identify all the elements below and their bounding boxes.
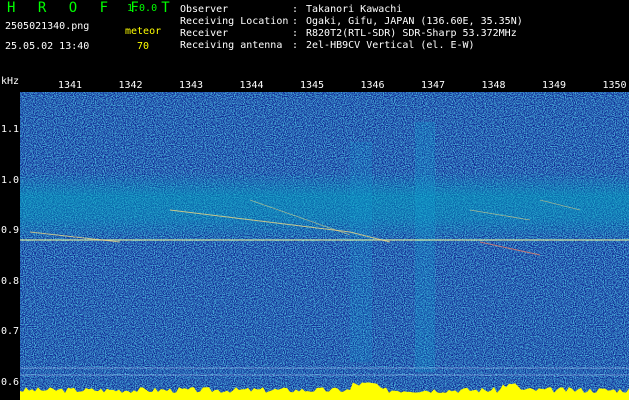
info-label-antenna: Receiving antenna bbox=[180, 40, 283, 51]
info-colon: : bbox=[292, 28, 299, 39]
noise-texture bbox=[20, 92, 629, 400]
info-label-receiver: Receiver bbox=[180, 28, 229, 39]
interference-column bbox=[350, 142, 372, 362]
info-label-observer: Observer bbox=[180, 4, 229, 15]
time-tick-label: 1343 bbox=[178, 80, 204, 91]
time-tick-label: 1344 bbox=[239, 80, 264, 91]
info-value-observer: Takanori Kawachi bbox=[306, 4, 403, 15]
time-tick-label: 1346 bbox=[360, 80, 385, 91]
meteor-count: 70 bbox=[137, 41, 150, 52]
time-tick-label: 1350 bbox=[602, 80, 627, 91]
file-name: 2505021340.png bbox=[5, 21, 90, 32]
info-colon: : bbox=[292, 16, 299, 27]
info-colon: : bbox=[292, 4, 299, 15]
time-tick-label: 1347 bbox=[420, 80, 446, 91]
info-label-location: Receiving Location bbox=[180, 16, 289, 27]
interference-column bbox=[415, 122, 435, 372]
noise-band bbox=[20, 172, 629, 242]
info-value-antenna: 2el-HB9CV Vertical (el. E-W) bbox=[306, 40, 475, 51]
header-panel: H R O F F T 1.0.0 2505021340.png 25.05.0… bbox=[0, 0, 629, 75]
date-time: 25.05.02 13:40 bbox=[5, 41, 90, 52]
freq-tick-label: 0.9 bbox=[1, 225, 20, 236]
info-colon: : bbox=[292, 40, 299, 51]
meteor-label: meteor bbox=[125, 26, 162, 37]
time-tick-label: 1341 bbox=[57, 80, 83, 91]
spectrogram bbox=[20, 92, 629, 400]
time-tick-label: 1349 bbox=[541, 80, 567, 91]
app-version: 1.0.0 bbox=[127, 3, 158, 14]
time-tick-label: 1342 bbox=[118, 80, 143, 91]
spectrogram-canvas bbox=[20, 92, 629, 400]
freq-tick-label: 0.7 bbox=[1, 326, 20, 337]
time-tick-label: 1345 bbox=[299, 80, 325, 91]
freq-tick-label: 1.1 bbox=[1, 124, 20, 135]
info-value-receiver: R820T2(RTL-SDR) SDR-Sharp 53.372MHz bbox=[306, 28, 517, 39]
freq-tick-label: 0.8 bbox=[1, 275, 20, 287]
time-tick-label: 1348 bbox=[481, 80, 506, 91]
freq-tick-label: 1.0 bbox=[1, 174, 20, 186]
freq-unit-label: kHz bbox=[1, 76, 20, 87]
freq-tick-label: 0.6 bbox=[1, 376, 20, 388]
info-value-location: Ogaki, Gifu, JAPAN (136.60E, 35.35N) bbox=[306, 16, 523, 27]
